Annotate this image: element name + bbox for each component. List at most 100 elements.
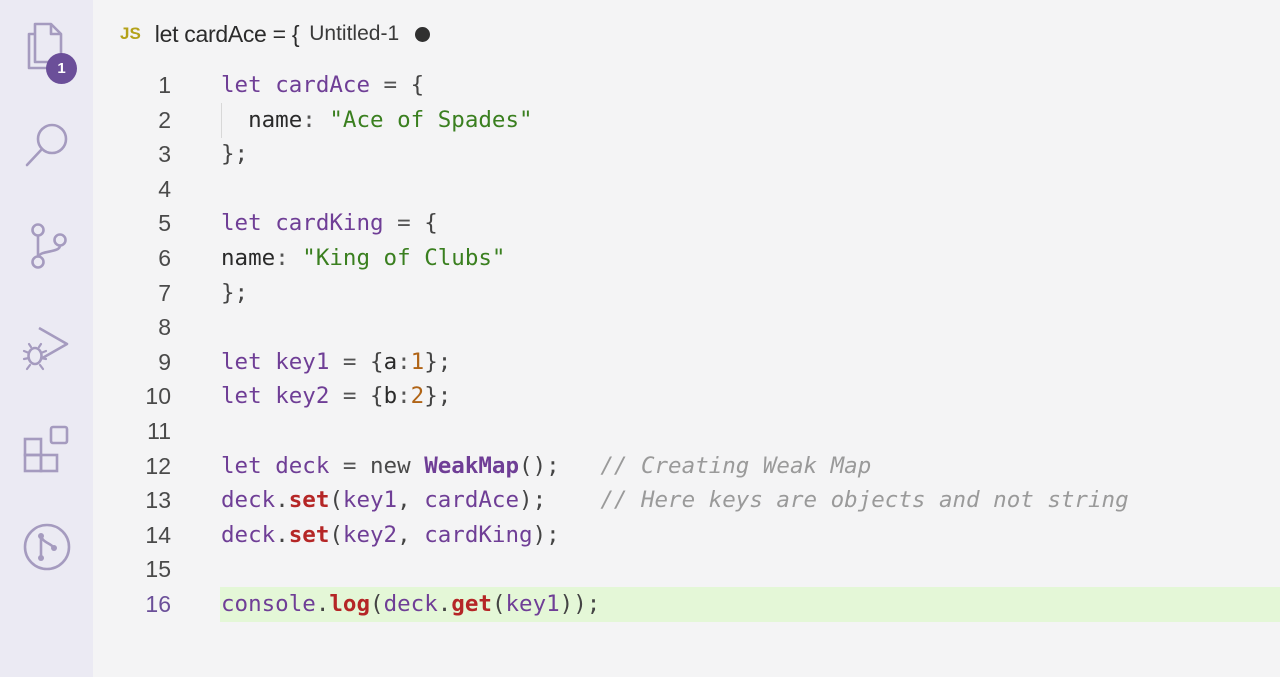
code-token: set xyxy=(288,487,330,514)
code-token: : xyxy=(302,106,330,133)
code-token: = xyxy=(329,383,371,410)
code-token: )); xyxy=(559,591,601,617)
line-number: 2 xyxy=(158,106,171,133)
code-text: let deck = new WeakMap(); // Creating We… xyxy=(221,449,871,484)
line-number: 7 xyxy=(158,279,171,306)
unsaved-dot-icon[interactable] xyxy=(415,26,431,42)
code-token: "Ace of Spades" xyxy=(329,106,533,133)
activity-github[interactable] xyxy=(0,507,93,587)
code-line[interactable]: 10 let key2 = {b:2}; xyxy=(93,379,1280,414)
code-token: key1 xyxy=(275,348,330,375)
code-token: get xyxy=(451,591,492,617)
code-line[interactable]: 12 let deck = new WeakMap(); // Creating … xyxy=(93,449,1280,484)
line-number: 16 xyxy=(145,591,171,617)
code-token: let xyxy=(221,348,262,375)
code-token: : xyxy=(397,348,411,375)
tab-title: let cardAce = { xyxy=(154,20,300,47)
code-token: }; xyxy=(221,279,249,306)
code-token: = xyxy=(370,72,411,98)
activity-explorer[interactable]: 1 xyxy=(0,6,93,86)
code-token: key1 xyxy=(505,591,560,617)
code-line[interactable]: 2 name: "Ace of Spades" xyxy=(93,102,1280,138)
activity-source-control[interactable] xyxy=(0,206,93,286)
code-line[interactable]: 14 deck.set(key2, cardKing); xyxy=(93,518,1280,553)
code-text: let cardAce = { xyxy=(221,68,424,103)
line-number: 11 xyxy=(147,418,171,444)
code-token: cardAce xyxy=(275,72,371,98)
activity-extensions[interactable] xyxy=(0,409,93,489)
code-line[interactable]: 15 xyxy=(93,552,1280,587)
code-token: ( xyxy=(491,591,506,617)
code-token: { xyxy=(410,72,425,98)
search-icon xyxy=(25,123,67,167)
code-line[interactable]: 8 xyxy=(93,310,1280,345)
code-line[interactable]: 9 let key1 = {a:1}; xyxy=(93,345,1280,380)
activity-run-debug[interactable] xyxy=(0,306,93,386)
code-line[interactable]: 7}; xyxy=(93,276,1280,311)
line-number: 9 xyxy=(158,348,171,375)
code-token: 2 xyxy=(410,383,425,410)
code-text: name: "Ace of Spades" xyxy=(221,103,533,138)
code-text: let cardKing = { xyxy=(221,206,438,241)
code-token: deck xyxy=(221,487,276,514)
code-token: = xyxy=(383,210,425,237)
code-text: name: "King of Clubs" xyxy=(221,241,505,276)
code-token: deck xyxy=(221,521,276,548)
code-token: }; xyxy=(424,348,452,375)
code-text: let key1 = {a:1}; xyxy=(221,345,451,380)
code-line[interactable]: 1 let cardAce = { xyxy=(93,68,1280,103)
code-line[interactable]: 11 xyxy=(93,414,1280,449)
line-number: 15 xyxy=(145,556,171,583)
code-token: . xyxy=(275,521,289,548)
code-token: { xyxy=(370,348,384,375)
code-token: , xyxy=(397,487,425,514)
code-line[interactable]: 4 xyxy=(93,172,1280,207)
code-token: let xyxy=(221,210,262,237)
code-token: let xyxy=(221,72,262,98)
code-token: key1 xyxy=(342,487,398,514)
code-line[interactable]: 13 deck.set(key1, cardAce); // Here keys … xyxy=(93,483,1280,518)
code-text: deck.set(key2, cardKing); xyxy=(221,518,560,553)
code-token: cardAce xyxy=(424,487,520,514)
code-text: console.log(deck.get(key1)); xyxy=(221,587,600,622)
code-line[interactable]: 5 let cardKing = { xyxy=(93,206,1280,241)
code-token: deck xyxy=(383,591,438,617)
code-token: : xyxy=(275,245,303,271)
code-token: let xyxy=(221,452,262,479)
code-token: }; xyxy=(424,383,452,410)
code-token: let xyxy=(221,383,262,410)
code-token: b xyxy=(383,383,398,410)
code-token: (); xyxy=(519,452,601,479)
code-line[interactable]: 6 name: "King of Clubs" xyxy=(93,241,1280,276)
code-token: }; xyxy=(221,141,249,168)
line-number: 12 xyxy=(145,452,171,479)
code-token: cardKing xyxy=(424,521,533,548)
code-token: { xyxy=(424,210,438,237)
code-text: }; xyxy=(221,276,248,311)
line-number: 10 xyxy=(145,383,171,410)
tab-untitled-1[interactable]: JS let cardAce = { Untitled-1 xyxy=(93,0,470,68)
code-line[interactable]: 3}; xyxy=(93,137,1280,172)
code-token: console xyxy=(221,591,316,617)
code-line[interactable]: 16 console.log(deck.get(key1)); xyxy=(93,587,1280,622)
extensions-icon xyxy=(23,425,68,473)
code-token: WeakMap xyxy=(424,452,520,479)
code-text: deck.set(key1, cardAce); // Here keys ar… xyxy=(221,483,1129,518)
line-number: 13 xyxy=(145,487,171,514)
code-token: 1 xyxy=(410,348,425,375)
activity-search[interactable] xyxy=(0,106,93,186)
code-token: { xyxy=(370,383,384,410)
code-token: key2 xyxy=(342,521,398,548)
code-editor[interactable]: 1 let cardAce = {2 name: "Ace of Spades" 3… xyxy=(93,68,1280,677)
code-token: ( xyxy=(370,591,384,617)
code-token: deck xyxy=(275,452,330,479)
code-token: ( xyxy=(329,487,343,514)
tab-description: Untitled-1 xyxy=(309,22,400,45)
code-token: ( xyxy=(329,521,343,548)
